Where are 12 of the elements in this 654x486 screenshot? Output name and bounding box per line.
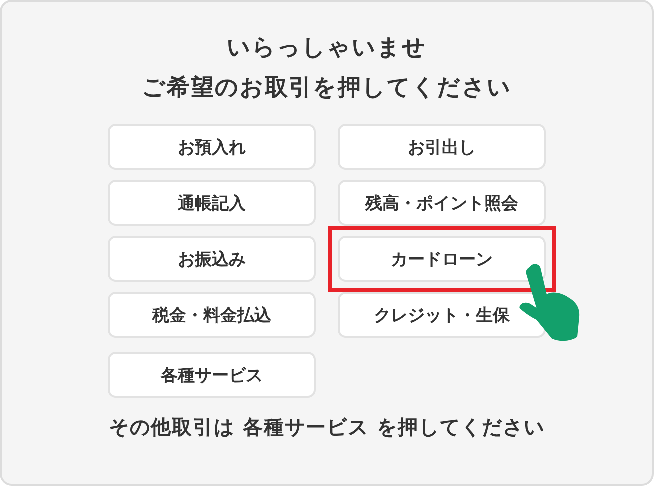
menu-button[interactable]: 通帳記入: [108, 180, 316, 226]
title-text: ご希望のお取引を押してください: [142, 74, 512, 103]
title-text: いらっしゃいませ: [227, 34, 427, 63]
menu-button[interactable]: クレジット・生保: [338, 292, 546, 338]
menu-button[interactable]: お預入れ: [108, 124, 316, 170]
menu-button[interactable]: 残高・ポイント照会: [338, 180, 546, 226]
menu-button[interactable]: 税金・料金払込: [108, 292, 316, 338]
instruction-text: その他取引は 各種サービス を押してください: [109, 414, 545, 441]
menu-button[interactable]: お振込み: [108, 236, 316, 282]
menu-button[interactable]: お引出し: [338, 124, 546, 170]
menu-button[interactable]: カードローン: [338, 236, 546, 282]
menu-button[interactable]: 各種サービス: [108, 352, 316, 398]
